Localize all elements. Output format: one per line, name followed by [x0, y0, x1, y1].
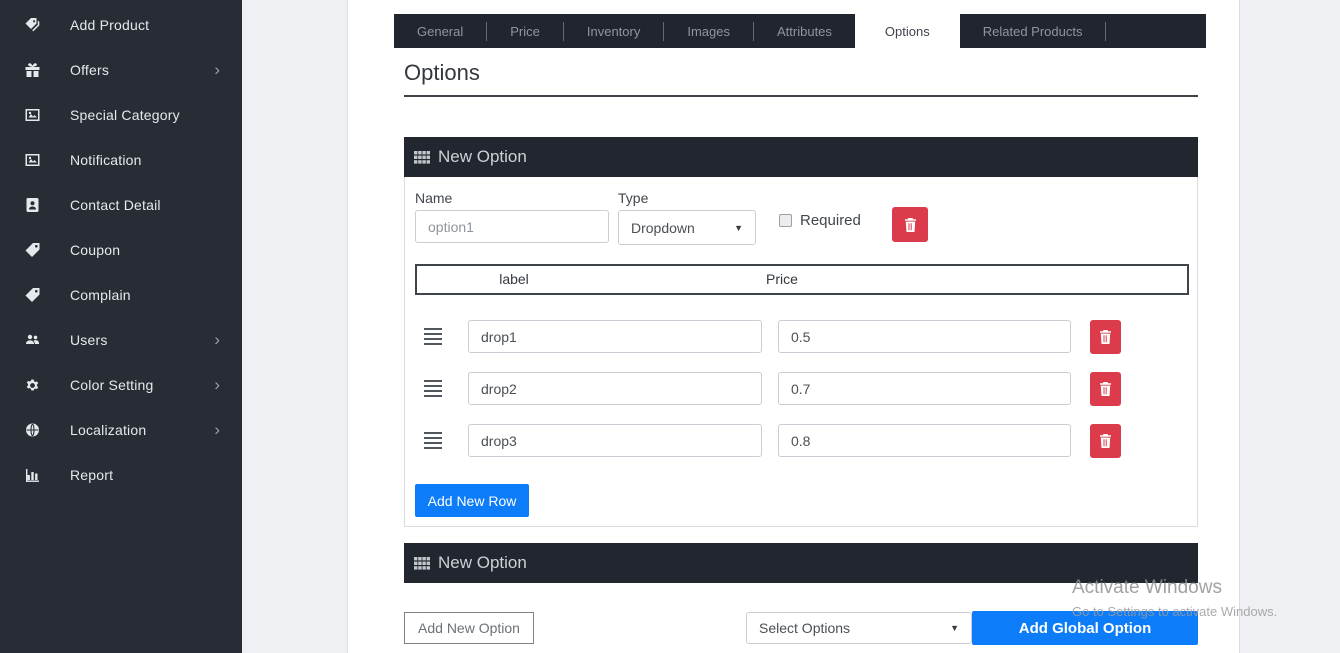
- tab-general[interactable]: General: [394, 14, 486, 48]
- add-new-option-button[interactable]: Add New Option: [404, 612, 534, 644]
- sidebar-item-label: Localization: [70, 422, 146, 438]
- sidebar-item-offers[interactable]: Offers ›: [0, 47, 242, 92]
- global-options-select-value: Select Options: [759, 620, 850, 636]
- sidebar-item-label: Offers: [70, 62, 109, 78]
- tab-price[interactable]: Price: [487, 14, 563, 48]
- delete-row-button[interactable]: [1090, 320, 1121, 354]
- required-label: Required: [800, 212, 861, 229]
- product-tags-icon: [22, 17, 42, 33]
- row-price-input[interactable]: [778, 372, 1071, 405]
- row-label-input[interactable]: [468, 424, 762, 457]
- grid-icon: [414, 557, 430, 570]
- tag-icon: [22, 287, 42, 303]
- panel-header: New Option: [404, 137, 1198, 177]
- sidebar-item-label: Notification: [70, 152, 142, 168]
- row-label-input[interactable]: [468, 320, 762, 353]
- sidebar-item-add-product[interactable]: Add Product: [0, 2, 242, 47]
- new-option-panel: New Option Name Type Dropdown ▼ Required…: [404, 137, 1198, 527]
- trash-icon: [1099, 330, 1112, 344]
- sidebar-item-users[interactable]: Users ›: [0, 317, 242, 362]
- gear-icon: [22, 377, 42, 393]
- panel-title: New Option: [438, 553, 527, 573]
- row-drag-handle[interactable]: [424, 380, 442, 397]
- sidebar-item-special-category[interactable]: Special Category: [0, 92, 242, 137]
- main-content-card: General Price Inventory Images Attribute…: [347, 0, 1240, 653]
- sidebar-item-label: Special Category: [70, 107, 180, 123]
- caret-down-icon: ▼: [950, 623, 959, 633]
- tab-related-products[interactable]: Related Products: [960, 14, 1106, 48]
- row-drag-handle[interactable]: [424, 432, 442, 449]
- sidebar-item-label: Color Setting: [70, 377, 154, 393]
- sidebar-item-label: Report: [70, 467, 113, 483]
- gift-icon: [22, 62, 42, 78]
- option-name-input[interactable]: [415, 210, 609, 243]
- sidebar-item-label: Coupon: [70, 242, 120, 258]
- price-column-header: Price: [702, 271, 862, 287]
- sidebar: Add Product Offers › Special Category No…: [0, 0, 242, 653]
- option-type-select[interactable]: Dropdown ▼: [618, 210, 756, 245]
- sidebar-item-label: Complain: [70, 287, 131, 303]
- caret-down-icon: ▼: [734, 223, 743, 233]
- users-icon: [22, 332, 42, 348]
- trash-icon: [1099, 382, 1112, 396]
- required-checkbox[interactable]: [779, 214, 792, 227]
- page-title: Options: [404, 60, 480, 86]
- sidebar-item-label: Add Product: [70, 17, 149, 33]
- tab-images[interactable]: Images: [664, 14, 753, 48]
- name-label: Name: [415, 190, 452, 206]
- options-table-header: label Price: [415, 264, 1189, 295]
- tab-separator: [1105, 22, 1106, 41]
- sidebar-item-notification[interactable]: Notification: [0, 137, 242, 182]
- new-option-panel-2: New Option: [404, 543, 1198, 583]
- add-global-option-button[interactable]: Add Global Option: [972, 611, 1198, 645]
- chevron-right-icon: ›: [214, 421, 220, 438]
- chevron-right-icon: ›: [214, 61, 220, 78]
- title-divider: [404, 95, 1198, 97]
- type-label: Type: [618, 190, 648, 206]
- globe-icon: [22, 422, 42, 438]
- row-price-input[interactable]: [778, 320, 1071, 353]
- tab-attributes[interactable]: Attributes: [754, 14, 855, 48]
- global-options-select[interactable]: Select Options ▼: [746, 612, 972, 644]
- trash-icon: [904, 218, 917, 232]
- add-new-row-button[interactable]: Add New Row: [415, 484, 529, 517]
- bar-chart-icon: [22, 467, 42, 483]
- image-icon: [22, 107, 42, 123]
- sidebar-item-coupon[interactable]: Coupon: [0, 227, 242, 272]
- type-select-value: Dropdown: [631, 220, 695, 236]
- sidebar-item-localization[interactable]: Localization ›: [0, 407, 242, 452]
- delete-row-button[interactable]: [1090, 372, 1121, 406]
- chevron-right-icon: ›: [214, 376, 220, 393]
- row-price-input[interactable]: [778, 424, 1071, 457]
- panel-header: New Option: [404, 543, 1198, 583]
- label-column-header: label: [417, 271, 611, 287]
- sidebar-item-label: Contact Detail: [70, 197, 161, 213]
- tag-icon: [22, 242, 42, 258]
- sidebar-item-report[interactable]: Report: [0, 452, 242, 497]
- sidebar-item-color-setting[interactable]: Color Setting ›: [0, 362, 242, 407]
- sidebar-item-label: Users: [70, 332, 108, 348]
- contact-card-icon: [22, 197, 42, 213]
- image-icon: [22, 152, 42, 168]
- tab-inventory[interactable]: Inventory: [564, 14, 663, 48]
- chevron-right-icon: ›: [214, 331, 220, 348]
- panel-body: Name Type Dropdown ▼ Required label Pric…: [404, 177, 1198, 527]
- trash-icon: [1099, 434, 1112, 448]
- sidebar-item-contact-detail[interactable]: Contact Detail: [0, 182, 242, 227]
- panel-title: New Option: [438, 147, 527, 167]
- row-label-input[interactable]: [468, 372, 762, 405]
- sidebar-item-complain[interactable]: Complain: [0, 272, 242, 317]
- tab-options[interactable]: Options: [855, 10, 960, 53]
- row-drag-handle[interactable]: [424, 328, 442, 345]
- delete-option-button[interactable]: [892, 207, 928, 242]
- delete-row-button[interactable]: [1090, 424, 1121, 458]
- product-tabs: General Price Inventory Images Attribute…: [394, 14, 1206, 48]
- grid-icon: [414, 151, 430, 164]
